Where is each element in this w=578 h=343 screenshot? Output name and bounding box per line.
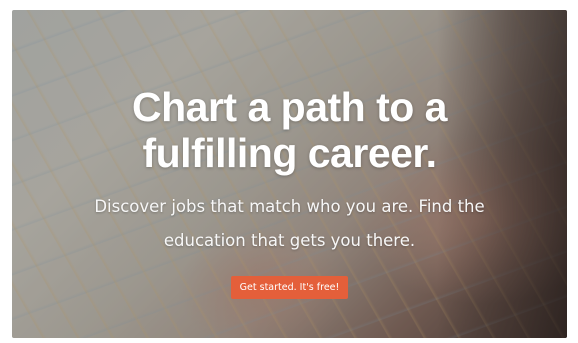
get-started-button[interactable]: Get started. It's free! bbox=[230, 276, 349, 299]
hero-section: Chart a path to a fulfilling career. Dis… bbox=[12, 10, 567, 338]
hero-subheadline-line-2: education that gets you there. bbox=[163, 231, 416, 250]
hero-headline-line-1: Chart a path to a bbox=[132, 84, 447, 130]
hero-headline: Chart a path to a fulfilling career. bbox=[12, 84, 567, 176]
hero-subheadline: Discover jobs that match who you are. Fi… bbox=[80, 190, 500, 258]
hero-subheadline-line-1: Discover jobs that match who you are. Fi… bbox=[94, 197, 485, 216]
hero-content: Chart a path to a fulfilling career. Dis… bbox=[12, 84, 567, 299]
hero-headline-line-2: fulfilling career. bbox=[142, 130, 437, 176]
